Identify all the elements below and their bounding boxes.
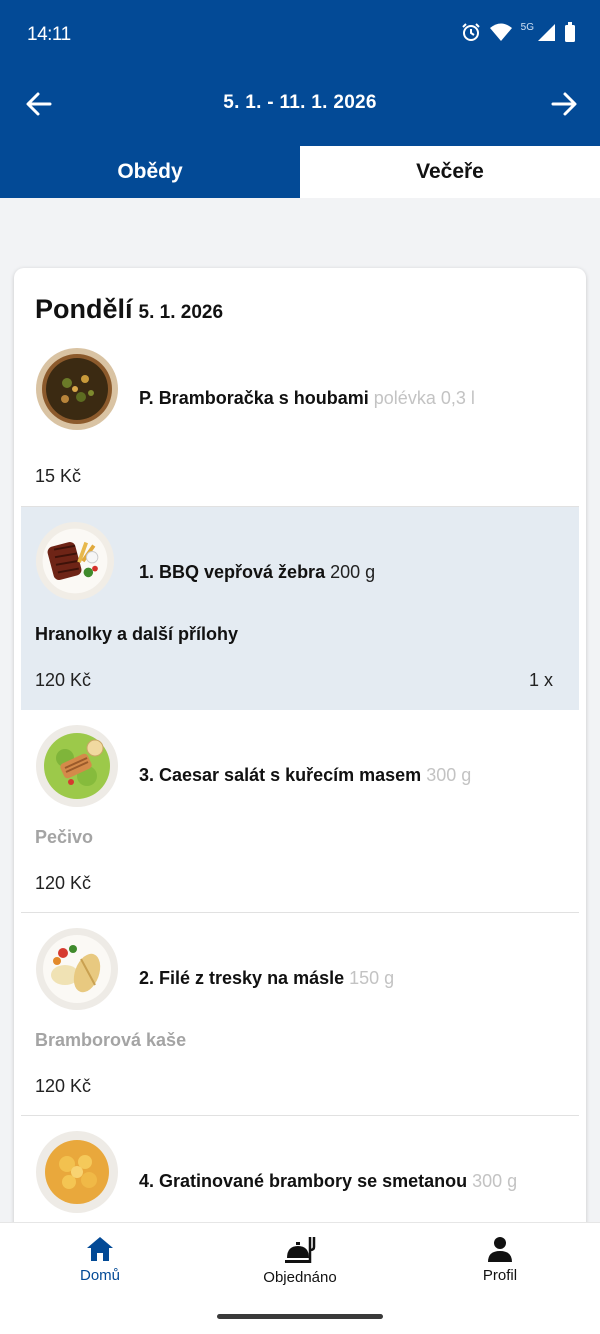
nav-label: Profil [482,1267,518,1284]
status-bar: 14:11 5G [0,0,600,70]
meal-title: 4. Gratinované brambory se smetanou 300 … [139,1171,517,1192]
meal-title: 1. BBQ vepřová žebra 200 g [139,562,375,583]
week-range-label: 5. 1. - 11. 1. 2026 [223,92,377,113]
meal-side-dish: Bramborová kaše [35,1030,187,1050]
tab-obedy[interactable]: Obědy [0,146,300,198]
home-icon [87,1237,113,1261]
soup-bowl-image [36,348,118,430]
day-heading: Pondělí 5. 1. 2026 [35,294,223,325]
meal-name: 4. Gratinované brambory se smetanou [139,1171,468,1191]
ribs-plate-image [35,521,115,601]
meal-weight: 300 g [472,1171,518,1191]
tab-vecere[interactable]: Večeře [300,146,600,198]
nav-profile[interactable]: Profil [400,1235,600,1284]
arrow-right-icon[interactable] [550,90,578,118]
network-type-label: 5G [520,21,534,33]
potatoes-plate-image [36,1131,118,1213]
meal-name: 1. BBQ vepřová žebra [139,562,326,582]
nav-label: Objednáno [263,1269,337,1286]
meal-name: 3. Caesar salát s kuřecím masem [139,765,422,785]
meal-tabs: Obědy Večeře [0,146,600,198]
meal-name: P. Bramboračka s houbami [139,388,369,408]
fish-plate-image [36,928,118,1010]
meal-item-caesar-salad[interactable]: 3. Caesar salát s kuřecím masem 300 g Pe… [21,710,579,913]
meal-name: 2. Filé z tresky na másle [139,968,345,988]
meal-side-dish: Pečivo [35,827,94,847]
status-icons: 5G [461,22,576,42]
meal-side-dish: Hranolky a další přílohy [35,624,239,644]
battery-icon [565,22,575,42]
meal-title: 2. Filé z tresky na másle 150 g [139,968,394,989]
ordered-quantity: 1 x [528,670,553,690]
meal-price: 120 Kč [35,670,92,690]
nav-ordered[interactable]: Objednáno [200,1235,400,1286]
meal-title: 3. Caesar salát s kuřecím masem 300 g [139,765,471,786]
meal-weight: 200 g [330,562,376,582]
nav-home[interactable]: Domů [0,1235,200,1284]
meal-weight: 300 g [426,765,472,785]
meal-weight: 150 g [349,968,395,988]
nav-label: Domů [79,1267,120,1284]
day-name: Pondělí [35,294,133,324]
status-time: 14:11 [27,24,71,45]
meal-title: P. Bramboračka s houbami polévka 0,3 l [139,388,475,409]
alarm-icon [461,23,480,41]
meal-price: 15 Kč [35,466,82,486]
meal-item-cod-fillet[interactable]: 2. Filé z tresky na másle 150 g Bramboro… [21,913,579,1116]
meal-item-bbq-ribs[interactable]: 1. BBQ vepřová žebra 200 g Hranolky a da… [21,507,579,710]
day-menu-card: Pondělí 5. 1. 2026 P. Bramboračka s houb… [14,268,586,1248]
salad-plate-image [36,725,118,807]
meal-price: 120 Kč [35,1076,92,1096]
meal-item-soup[interactable]: P. Bramboračka s houbami polévka 0,3 l 1… [21,336,579,507]
signal-icon [538,24,555,41]
food-tray-icon [285,1237,316,1263]
person-icon [488,1237,512,1262]
meal-price: 120 Kč [35,873,92,893]
wifi-icon [489,23,512,41]
day-date: 5. 1. 2026 [138,302,224,323]
meal-weight: polévka 0,3 l [373,388,475,408]
home-indicator[interactable] [217,1314,383,1319]
app-header: 14:11 5G 5. 1. - 11. 1. 2026 Obědy Večeř… [0,0,600,198]
week-navigator: 5. 1. - 11. 1. 2026 [0,80,600,128]
